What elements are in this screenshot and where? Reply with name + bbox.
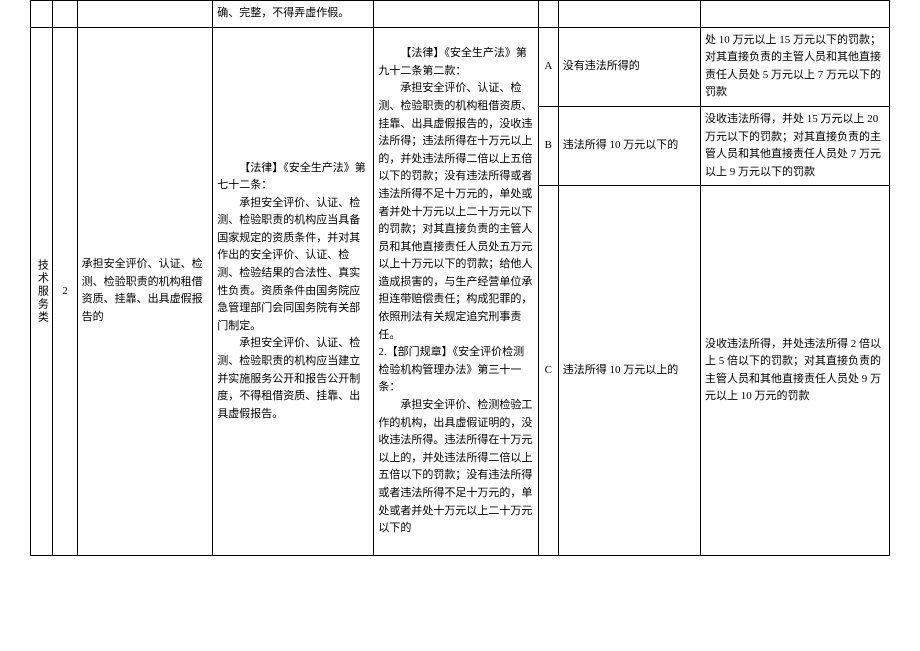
frag-cell-5 xyxy=(374,1,538,28)
tier-condition: 没有违法所得的 xyxy=(558,27,700,106)
tier-code: B xyxy=(538,106,558,185)
tier-penalty: 没收违法所得，并处违法所得 2 倍以上 5 倍以下的罚款；对其直接负责的主管人员… xyxy=(701,186,890,556)
frag-cell-8 xyxy=(701,1,890,28)
basis-law-body-1: 承担安全评价、认证、检测、检验职责的机构应当具备国家规定的资质条件，并对其作出的… xyxy=(217,197,360,332)
tier-condition: 违法所得 10 万元以下的 xyxy=(558,106,700,185)
frag-cell-4: 确、完整，不得弄虚作假。 xyxy=(213,1,374,28)
frag-cell-7 xyxy=(558,1,700,28)
frag-cell-6 xyxy=(538,1,558,28)
tier-code: A xyxy=(538,27,558,106)
violation-item: 承担安全评价、认证、检测、检验职责的机构租借资质、挂靠、出具虚假报告的 xyxy=(77,27,213,556)
basis-law-body-2: 承担安全评价、认证、检测、检验职责的机构应当建立并实施服务公开和报告公开制度，不… xyxy=(217,337,360,419)
detail-law-label-2: 2.【部门规章】《安全评价检测检验机构管理办法》第三十一条： xyxy=(378,346,524,393)
tier-penalty: 处 10 万元以上 15 万元以下的罚款；对其直接负责的主管人员和其他直接责任人… xyxy=(701,27,890,106)
detail-law-label-1: 【法律】《安全生产法》第九十二条第二款： xyxy=(378,47,527,77)
regulation-table: 确、完整，不得弄虚作假。 技术服务类 2 承担安全评价、认证、检测、检验职责的机… xyxy=(30,0,890,556)
detail-law-body-1: 承担安全评价、认证、检测、检验职责的机构租借资质、挂靠、出具虚假报告的，没收违法… xyxy=(378,82,532,340)
frag-cell-2 xyxy=(53,1,77,28)
category-cell: 技术服务类 xyxy=(31,27,53,556)
legal-basis: 【法律】《安全生产法》第七十二条： 承担安全评价、认证、检测、检验职责的机构应当… xyxy=(213,27,374,556)
row-number: 2 xyxy=(53,27,77,556)
basis-law-label: 【法律】《安全生产法》第七十二条： xyxy=(217,162,366,192)
frag-cell-3 xyxy=(77,1,213,28)
table-row: 技术服务类 2 承担安全评价、认证、检测、检验职责的机构租借资质、挂靠、出具虚假… xyxy=(31,27,890,106)
tier-penalty: 没收违法所得，并处 15 万元以上 20 万元以下的罚款；对其直接负责的主管人员… xyxy=(701,106,890,185)
penalty-detail: 【法律】《安全生产法》第九十二条第二款： 承担安全评价、认证、检测、检验职责的机… xyxy=(374,27,538,556)
frag-cell-1 xyxy=(31,1,53,28)
tier-condition: 违法所得 10 万元以上的 xyxy=(558,186,700,556)
tier-code: C xyxy=(538,186,558,556)
detail-law-body-2: 承担安全评价、检测检验工作的机构，出具虚假证明的，没收违法所得。违法所得在十万元… xyxy=(378,399,532,534)
category-label: 技术服务类 xyxy=(36,259,48,324)
prev-row-fragment: 确、完整，不得弄虚作假。 xyxy=(31,1,890,28)
